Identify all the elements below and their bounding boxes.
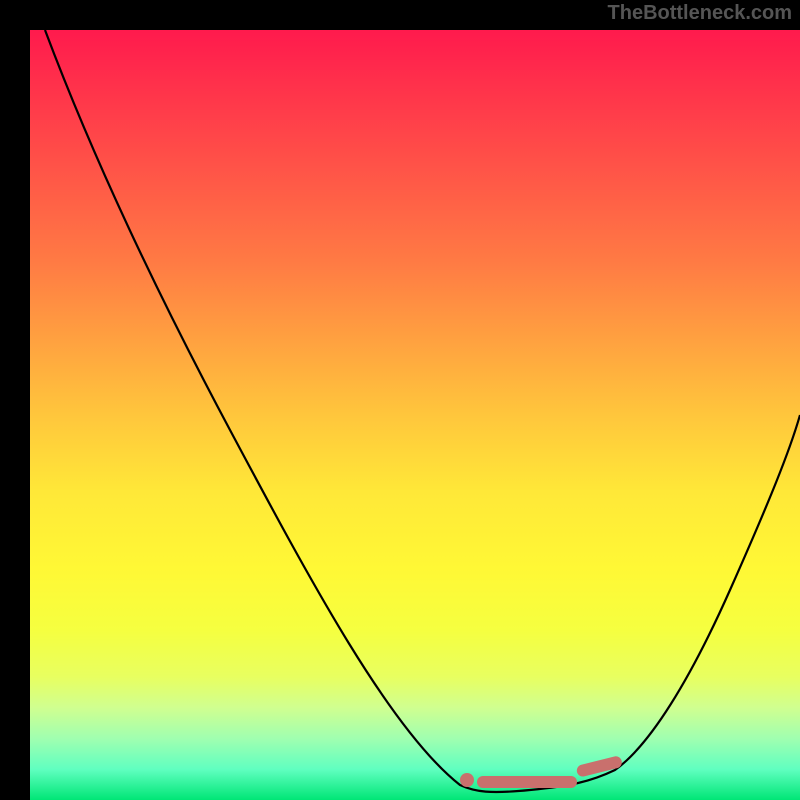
attribution-text: TheBottleneck.com [608,2,792,25]
highlight-range-segment [477,776,577,788]
highlight-start-dot [460,773,474,787]
bottleneck-curve-path [45,30,800,792]
plot-area [30,30,800,800]
curve-svg [30,30,800,800]
